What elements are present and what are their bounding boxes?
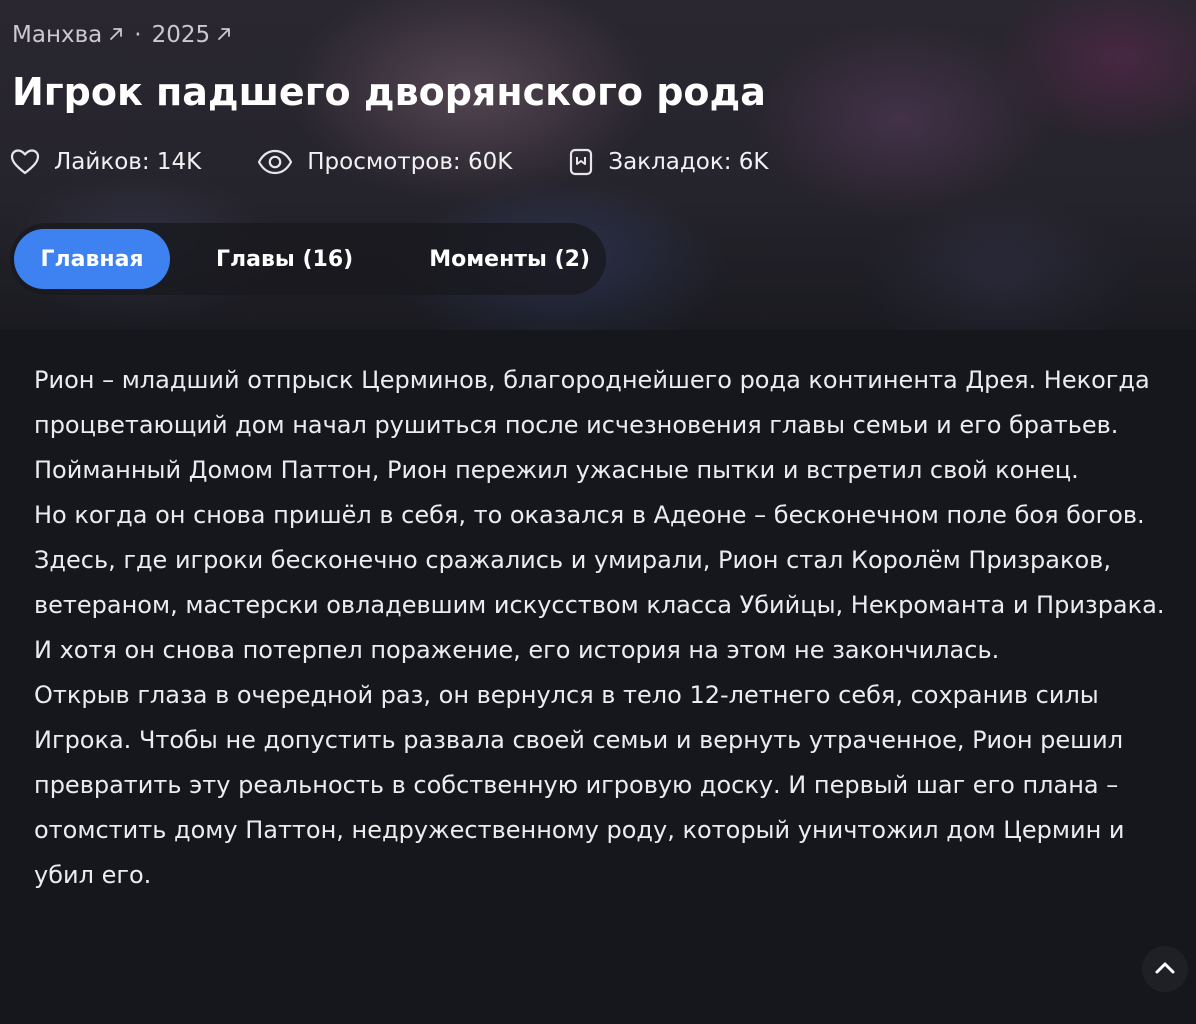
tab-chapters[interactable]: Главы (16) [186, 229, 383, 289]
description-paragraph: Но когда он снова пришёл в себя, то оказ… [34, 501, 1165, 664]
views-count: Просмотров: 60K [307, 149, 513, 175]
bookmarks-stat[interactable]: Закладок: 6K [568, 148, 769, 176]
heart-icon [10, 148, 40, 176]
page-title: Игрок падшего дворянского рода [12, 70, 766, 114]
chevron-up-icon [1154, 960, 1176, 979]
tab-main[interactable]: Главная [14, 229, 170, 289]
type-link[interactable]: Манхва [12, 22, 124, 48]
meta-separator: · [134, 22, 142, 48]
year-label: 2025 [151, 22, 211, 48]
tab-moments[interactable]: Моменты (2) [399, 229, 620, 289]
stats-bar: Лайков: 14K Просмотров: 60K Закладок: 6K [10, 148, 825, 176]
meta-line: Манхва · 2025 [12, 22, 232, 48]
likes-stat[interactable]: Лайков: 14K [10, 148, 201, 176]
type-label: Манхва [12, 22, 103, 48]
description-paragraph: Открыв глаза в очередной раз, он вернулс… [34, 681, 1125, 889]
views-stat: Просмотров: 60K [257, 149, 512, 175]
description-paragraph: Рион – младший отпрыск Церминов, благоро… [34, 366, 1150, 484]
arrow-up-right-icon [216, 23, 232, 47]
page: Манхва · 2025 Игрок падшего дворянского … [0, 0, 1196, 1024]
scroll-to-top-button[interactable] [1142, 946, 1188, 992]
bookmarks-count: Закладок: 6K [608, 149, 769, 175]
tab-bar: Главная Главы (16) Моменты (2) [10, 223, 606, 295]
arrow-up-right-icon [108, 23, 124, 47]
eye-icon [257, 149, 293, 175]
likes-count: Лайков: 14K [54, 149, 202, 175]
bookmark-icon [568, 148, 594, 176]
description: Рион – младший отпрыск Церминов, благоро… [34, 358, 1184, 898]
year-link[interactable]: 2025 [152, 22, 233, 48]
